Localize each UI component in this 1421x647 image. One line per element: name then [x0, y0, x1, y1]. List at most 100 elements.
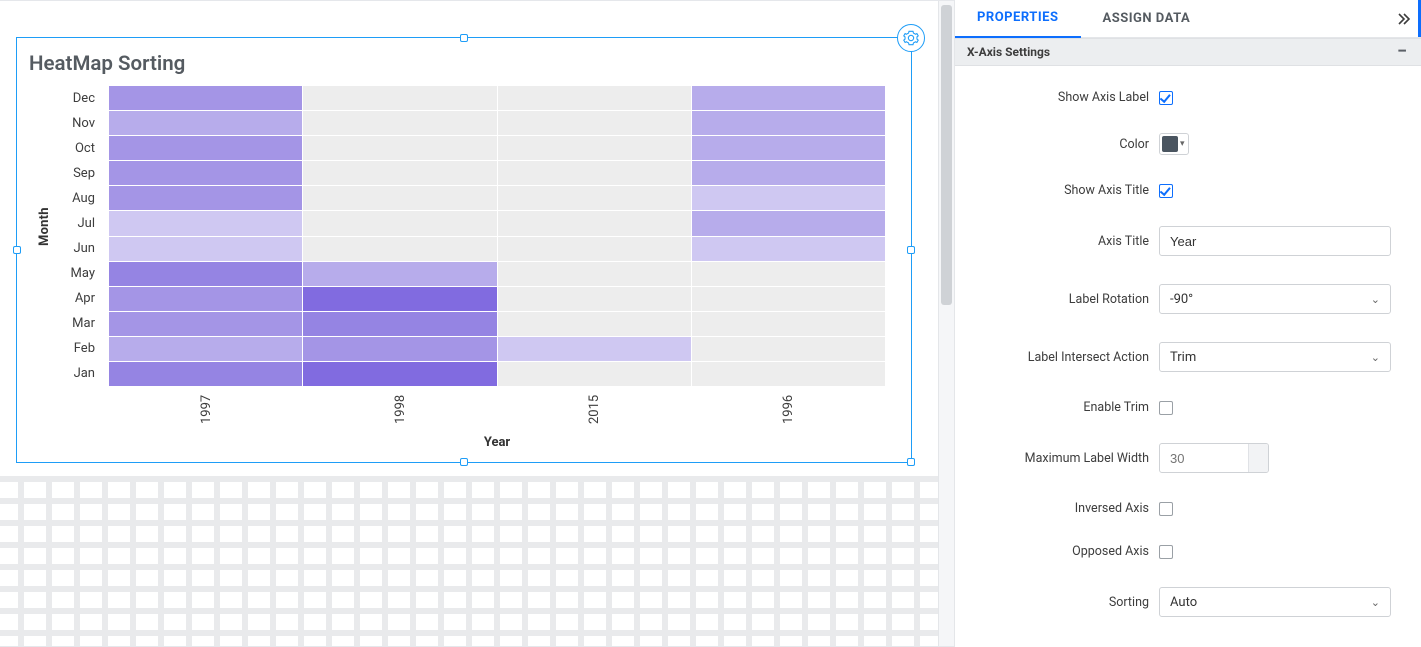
tab-assign-data[interactable]: ASSIGN DATA: [1081, 0, 1213, 38]
heatmap-cell: [498, 86, 691, 110]
y-tick: Apr: [29, 286, 105, 311]
heatmap-cell: [498, 111, 691, 135]
heatmap-cell: [692, 186, 885, 210]
label-sorting: Sorting: [973, 595, 1159, 610]
heatmap-cell: [109, 161, 302, 185]
label-color: Color: [973, 137, 1159, 152]
heatmap-cell: [692, 287, 885, 311]
heatmap-chart: Month DecNovOctSepAugJulJunMayAprMarFebJ…: [29, 84, 899, 456]
scrollbar-thumb[interactable]: [941, 5, 952, 305]
heatmap-cell: [303, 237, 496, 261]
heatmap-cell: [498, 262, 691, 286]
heatmap-cell: [303, 337, 496, 361]
y-tick: Sep: [29, 161, 105, 186]
heatmap-cell: [109, 86, 302, 110]
heatmap-cell: [692, 337, 885, 361]
heatmap-cell: [303, 312, 496, 336]
y-tick: Aug: [29, 186, 105, 211]
y-tick: Jan: [29, 361, 105, 386]
heatmap-cell: [498, 287, 691, 311]
select-sorting[interactable]: Auto ⌄: [1159, 587, 1391, 617]
label-label-rotation: Label Rotation: [973, 292, 1159, 307]
select-value: -90°: [1170, 292, 1193, 307]
x-tick: 1996: [781, 390, 796, 424]
y-tick: Mar: [29, 311, 105, 336]
heatmap-cell: [498, 312, 691, 336]
heatmap-cell: [498, 161, 691, 185]
select-intersect-action[interactable]: Trim ⌄: [1159, 342, 1391, 372]
heatmap-widget[interactable]: HeatMap Sorting Month DecNovOctSepAugJul…: [16, 37, 912, 463]
select-value: Trim: [1170, 350, 1196, 365]
checkbox-inversed-axis[interactable]: [1159, 502, 1173, 516]
heatmap-cell: [498, 136, 691, 160]
heatmap-cell: [498, 186, 691, 210]
checkbox-show-axis-title[interactable]: [1159, 184, 1173, 198]
heatmap-cell: [109, 337, 302, 361]
heatmap-cell: [109, 136, 302, 160]
heatmap-cell: [692, 362, 885, 386]
x-tick: 2015: [587, 390, 602, 424]
heatmap-cell: [109, 237, 302, 261]
heatmap-cell: [109, 111, 302, 135]
heatmap-cell: [303, 161, 496, 185]
collapse-panel-button[interactable]: [1387, 0, 1421, 38]
section-title: X-Axis Settings: [967, 45, 1050, 59]
label-show-axis-title: Show Axis Title: [973, 183, 1159, 198]
section-collapse-icon[interactable]: −: [1395, 43, 1409, 61]
heatmap-cell: [303, 186, 496, 210]
heatmap-cell: [692, 211, 885, 235]
y-axis-ticks: DecNovOctSepAugJulJunMayAprMarFebJan: [29, 86, 105, 386]
chevron-down-icon: ▾: [1180, 139, 1185, 149]
heatmap-cell: [692, 312, 885, 336]
properties-panel: PROPERTIES ASSIGN DATA X-Axis Settings −…: [954, 0, 1421, 647]
heatmap-cell: [303, 287, 496, 311]
resize-handle-se[interactable]: [907, 458, 915, 466]
y-tick: Dec: [29, 86, 105, 111]
checkbox-opposed-axis[interactable]: [1159, 545, 1173, 559]
heatmap-cell: [109, 362, 302, 386]
x-axis-ticks: 1997199820151996: [109, 390, 885, 424]
widget-title: HeatMap Sorting: [23, 44, 905, 80]
number-spinner: [1248, 444, 1268, 472]
gear-icon: [903, 30, 919, 46]
x-tick: 1998: [393, 390, 408, 424]
section-x-axis[interactable]: X-Axis Settings −: [955, 38, 1421, 66]
x-axis-title: Year: [109, 435, 885, 450]
canvas-scrollbar[interactable]: [938, 1, 954, 646]
heatmap-cell: [692, 111, 885, 135]
resize-handle-n[interactable]: [460, 34, 468, 42]
heatmap-cell: [109, 312, 302, 336]
color-swatch-preview: [1162, 136, 1178, 152]
heatmap-cell: [498, 337, 691, 361]
heatmap-cell: [109, 186, 302, 210]
label-max-label-width: Maximum Label Width: [973, 451, 1159, 466]
heatmap-plot: [109, 86, 885, 386]
label-opposed-axis: Opposed Axis: [973, 544, 1159, 559]
chevron-double-right-icon: [1396, 11, 1412, 27]
color-picker[interactable]: ▾: [1159, 133, 1189, 155]
heatmap-cell: [303, 211, 496, 235]
heatmap-cell: [498, 362, 691, 386]
select-label-rotation[interactable]: -90° ⌄: [1159, 284, 1391, 314]
heatmap-cell: [498, 237, 691, 261]
design-canvas[interactable]: HeatMap Sorting Month DecNovOctSepAugJul…: [0, 0, 954, 647]
checkbox-enable-trim[interactable]: [1159, 401, 1173, 415]
heatmap-cell: [303, 136, 496, 160]
label-axis-title: Axis Title: [973, 234, 1159, 249]
heatmap-cell: [303, 262, 496, 286]
heatmap-cell: [303, 362, 496, 386]
resize-handle-w[interactable]: [13, 246, 21, 254]
tab-properties[interactable]: PROPERTIES: [955, 0, 1081, 38]
panel-tabs: PROPERTIES ASSIGN DATA: [955, 0, 1421, 38]
select-value: Auto: [1170, 595, 1197, 610]
chevron-down-icon: ⌄: [1371, 293, 1380, 306]
input-axis-title[interactable]: [1159, 226, 1391, 256]
resize-handle-e[interactable]: [907, 246, 915, 254]
checkbox-show-axis-label[interactable]: [1159, 91, 1173, 105]
y-tick: Oct: [29, 136, 105, 161]
resize-handle-s[interactable]: [460, 458, 468, 466]
y-tick: May: [29, 261, 105, 286]
y-tick: Nov: [29, 111, 105, 136]
label-intersect-action: Label Intersect Action: [973, 350, 1159, 365]
heatmap-cell: [692, 136, 885, 160]
